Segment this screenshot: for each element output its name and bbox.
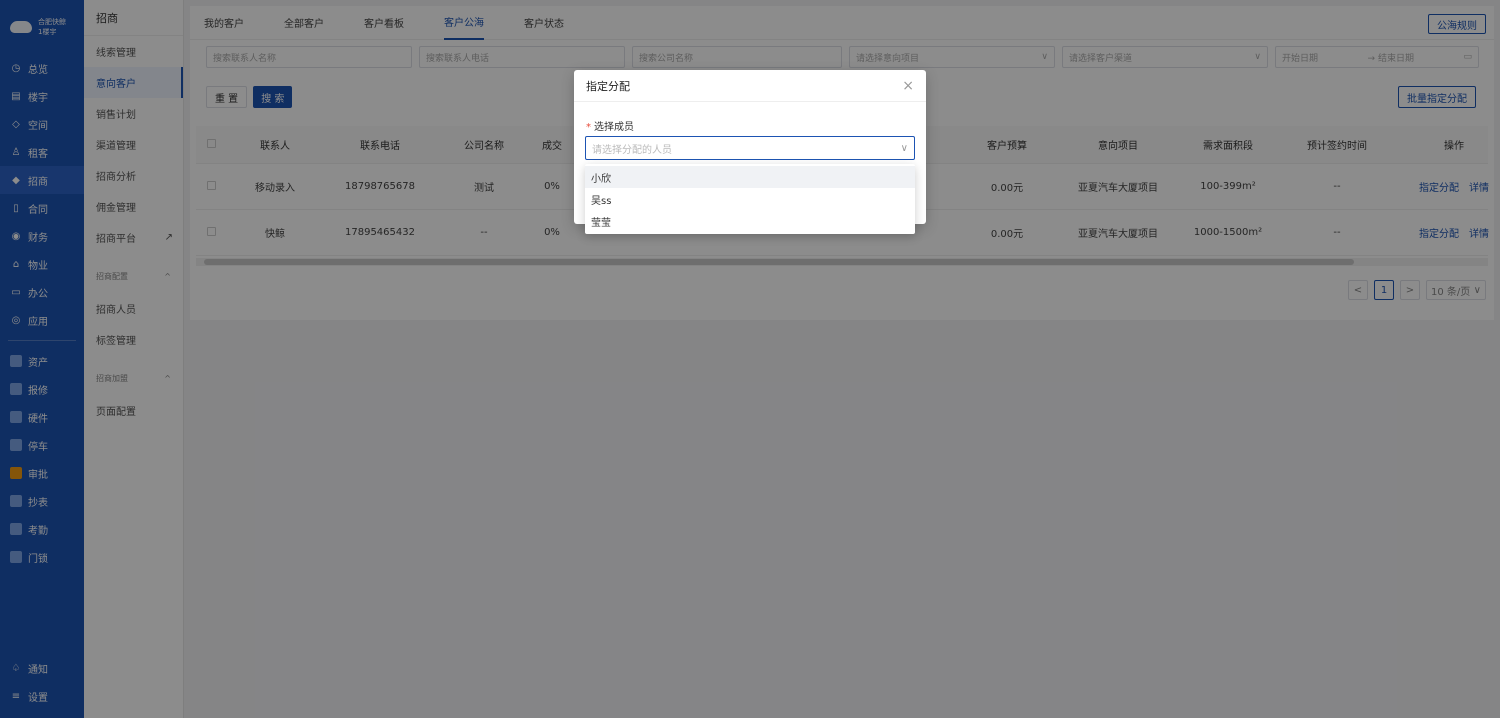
- member-dropdown: 小欣 吴ss 莹莹: [585, 164, 915, 234]
- member-select[interactable]: 请选择分配的人员 ∨: [585, 136, 915, 160]
- member-option[interactable]: 吴ss: [585, 188, 915, 210]
- chevron-down-icon: ∨: [900, 142, 908, 154]
- modal-title: 指定分配: [586, 79, 630, 93]
- member-label: * 选择成员: [586, 118, 634, 133]
- close-icon[interactable]: ×: [902, 78, 914, 94]
- member-option[interactable]: 莹莹: [585, 210, 915, 232]
- member-select-placeholder: 请选择分配的人员: [592, 144, 672, 156]
- member-option[interactable]: 小欣: [585, 166, 915, 188]
- required-mark: *: [586, 122, 591, 133]
- member-label-text: 选择成员: [594, 122, 634, 133]
- modal-header: 指定分配 ×: [574, 70, 926, 102]
